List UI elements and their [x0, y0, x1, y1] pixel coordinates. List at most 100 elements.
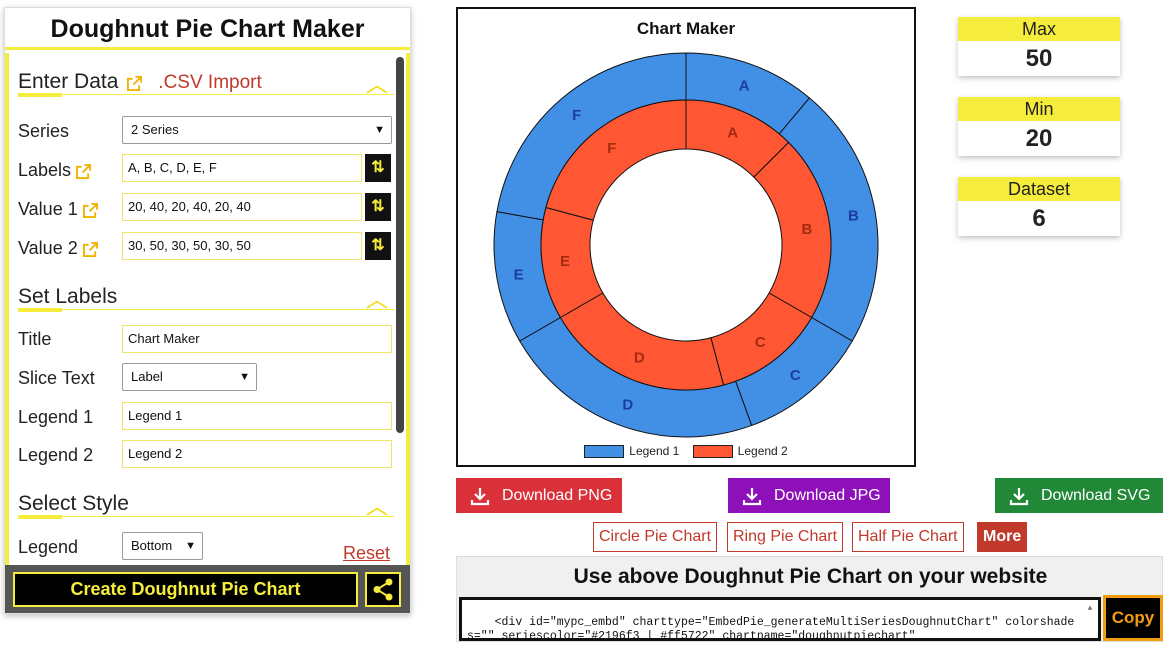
external-link-icon[interactable] — [82, 202, 98, 218]
swap-icon[interactable]: ⇅ — [365, 193, 391, 221]
slice-text-select-value: Label — [131, 369, 163, 384]
legend-position-label: Legend — [18, 537, 79, 557]
swap-icon[interactable]: ⇅ — [365, 154, 391, 182]
legend-position-value: Bottom — [131, 538, 173, 553]
enter-data-section-header[interactable]: Enter Data .CSV Import ︿ — [18, 69, 394, 97]
title-input[interactable]: Chart Maker — [122, 325, 392, 353]
external-link-icon[interactable] — [76, 163, 92, 179]
reset-link[interactable]: Reset — [343, 543, 390, 564]
legend-item-1[interactable]: Legend 1 — [584, 444, 679, 458]
select-style-section-header[interactable]: Select Style ︿ — [18, 491, 394, 519]
labels-label-text: Labels — [18, 160, 72, 180]
legend-swatch-1 — [584, 444, 625, 458]
select-style-heading: Select Style — [18, 492, 129, 515]
download-png-label: Download PNG — [502, 487, 613, 504]
embed-title: Use above Doughnut Pie Chart on your web… — [573, 565, 1048, 588]
download-jpg-label: Download JPG — [774, 487, 881, 504]
labels-label: Labels — [18, 160, 92, 181]
embed-section: Use above Doughnut Pie Chart on your web… — [456, 556, 1163, 642]
csv-import-link[interactable]: .CSV Import — [158, 72, 261, 93]
value1-label: Value 1 — [18, 199, 98, 220]
value2-label: Value 2 — [18, 238, 98, 259]
share-icon — [373, 578, 393, 601]
max-value: 50 — [1025, 45, 1053, 72]
download-png-button[interactable]: Download PNG — [456, 478, 622, 513]
dataset-stat-card: Dataset 6 — [958, 177, 1120, 236]
slice-label-1-A: A — [739, 77, 750, 94]
dataset-value: 6 — [1032, 205, 1046, 232]
set-labels-heading: Set Labels — [18, 285, 118, 308]
ring-pie-chart-link[interactable]: Ring Pie Chart — [727, 522, 844, 552]
series-select[interactable]: 2 Series ▼ — [122, 116, 392, 144]
slice-label-2-D: D — [634, 350, 645, 367]
legend2-input[interactable]: Legend 2 — [122, 440, 392, 468]
slice-text-select[interactable]: Label ▼ — [122, 363, 257, 391]
legend-swatch-2 — [692, 444, 733, 458]
slice-label-1-F: F — [572, 107, 581, 124]
min-value: 20 — [1025, 125, 1053, 152]
legend-item-2[interactable]: Legend 2 — [692, 443, 788, 458]
download-icon — [1009, 488, 1029, 506]
external-link-icon[interactable] — [82, 241, 98, 257]
slice-label-2-C: C — [755, 334, 766, 351]
chevron-up-icon[interactable]: ︿ — [366, 67, 388, 99]
slice-label-1-D: D — [622, 397, 633, 414]
dataset-label: Dataset — [958, 177, 1120, 201]
doughnut-chart: A B C D E F A B C D E F — [493, 52, 879, 438]
slice-label-1-E: E — [514, 267, 524, 284]
circle-pie-chart-link[interactable]: Circle Pie Chart — [593, 522, 718, 552]
enter-data-heading: Enter Data — [18, 70, 119, 93]
legend1-input[interactable]: Legend 1 — [122, 402, 392, 430]
max-label: Max — [958, 17, 1120, 41]
chevron-down-icon: ▼ — [239, 371, 250, 383]
slice-label-1-C: C — [790, 367, 801, 384]
chevron-up-icon[interactable]: ︿ — [366, 489, 388, 521]
chevron-up-icon[interactable]: ︿ — [366, 282, 388, 314]
download-svg-button[interactable]: Download SVG — [995, 478, 1163, 513]
chart-canvas: Chart Maker ABCDEFABCDEF Legend 1 Legend… — [456, 7, 916, 467]
legend1-label: Legend 1 — [18, 407, 94, 427]
create-bar: Create Doughnut Pie Chart — [5, 565, 410, 613]
create-chart-button[interactable]: Create Doughnut Pie Chart — [13, 572, 358, 607]
app-title: Doughnut Pie Chart Maker — [5, 8, 410, 50]
share-button[interactable] — [365, 572, 401, 607]
swap-icon[interactable]: ⇅ — [365, 232, 391, 260]
copy-button[interactable]: Copy — [1103, 595, 1163, 641]
value1-label-text: Value 1 — [18, 199, 78, 219]
panel-scrollbar[interactable] — [396, 57, 404, 433]
settings-panel: Doughnut Pie Chart Maker Enter Data .CSV… — [4, 7, 411, 614]
settings-scroll-area: Enter Data .CSV Import ︿ Series 2 Series… — [5, 53, 410, 565]
slice-label-2-B: B — [802, 221, 813, 238]
download-svg-label: Download SVG — [1041, 487, 1151, 504]
legend-label-2: Legend 2 — [737, 443, 788, 458]
embed-code: <div id="mypc_embd" charttype="EmbedPie_… — [467, 616, 1075, 641]
labels-input[interactable]: A, B, C, D, E, F — [122, 154, 362, 182]
download-icon — [470, 488, 490, 506]
set-labels-section-header[interactable]: Set Labels ︿ — [18, 284, 394, 312]
value2-input[interactable]: 30, 50, 30, 50, 30, 50 — [122, 232, 362, 260]
slice-label-2-F: F — [607, 140, 616, 157]
chart-legend: Legend 1 Legend 2 — [458, 443, 914, 458]
download-jpg-button[interactable]: Download JPG — [728, 478, 890, 513]
slice-label-1-B: B — [848, 207, 859, 224]
download-icon — [742, 488, 762, 506]
more-charts-button[interactable]: More — [977, 522, 1028, 552]
half-pie-chart-link[interactable]: Half Pie Chart — [852, 522, 964, 552]
title-label: Title — [18, 329, 52, 349]
external-link-icon[interactable] — [126, 76, 142, 92]
value2-label-text: Value 2 — [18, 238, 78, 258]
series-select-value: 2 Series — [131, 122, 179, 137]
slice-label-2-A: A — [727, 124, 738, 141]
embed-code-textarea[interactable]: <div id="mypc_embd" charttype="EmbedPie_… — [459, 597, 1101, 641]
max-stat-card: Max 50 — [958, 17, 1120, 76]
slice-label-2-E: E — [560, 253, 570, 270]
chevron-down-icon: ▼ — [185, 540, 196, 552]
chevron-down-icon: ▼ — [374, 124, 385, 136]
legend-label-1: Legend 1 — [629, 443, 680, 458]
legend-position-select[interactable]: Bottom ▼ — [122, 532, 203, 560]
value1-input[interactable]: 20, 40, 20, 40, 20, 40 — [122, 193, 362, 221]
min-label: Min — [958, 97, 1120, 121]
min-stat-card: Min 20 — [958, 97, 1120, 156]
code-scrollbar[interactable]: ▲▼ — [1084, 602, 1096, 638]
series-label: Series — [18, 121, 70, 141]
